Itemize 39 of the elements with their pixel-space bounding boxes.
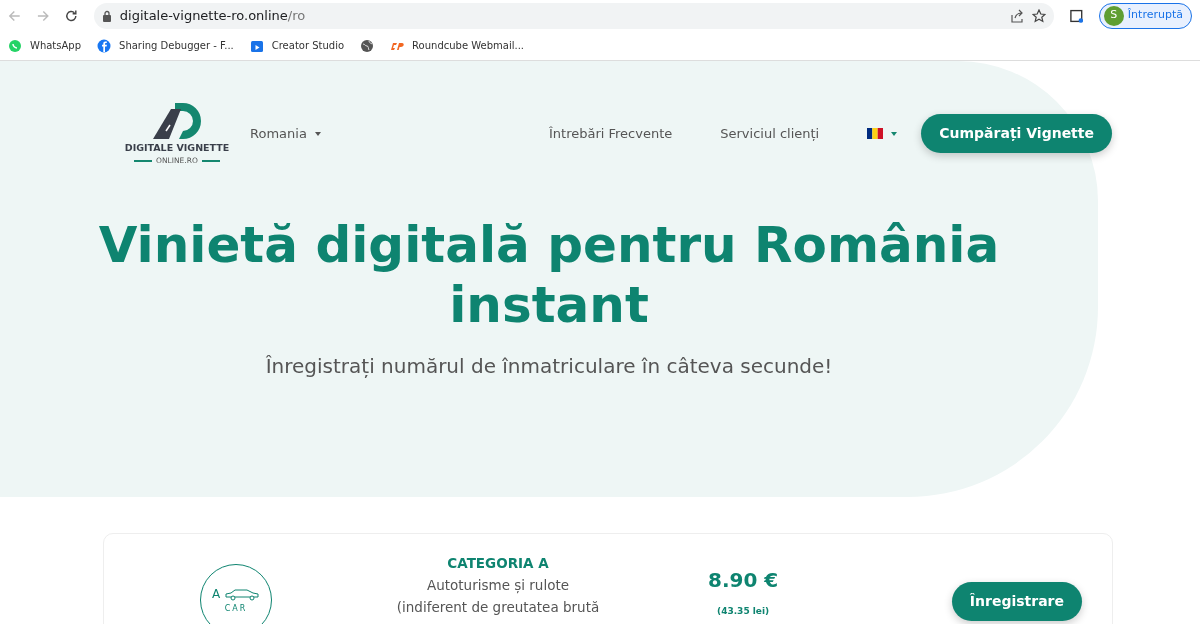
flag-icon	[867, 128, 884, 140]
url-text: digitale-vignette-ro.online/ro	[119, 6, 307, 25]
reload-icon[interactable]	[65, 8, 78, 23]
globe-icon	[360, 38, 375, 53]
caret-icon	[314, 131, 321, 136]
profile-status: Întreruptă	[1127, 7, 1183, 24]
register-button[interactable]: Înregistrare	[951, 582, 1082, 621]
bookmark-icon	[249, 38, 264, 53]
badge-label: CAR	[224, 603, 248, 615]
profile-button[interactable]: S Întreruptă	[1098, 2, 1192, 29]
price-local: (43.35 lei)	[716, 606, 771, 617]
side-panel-icon[interactable]	[1070, 8, 1083, 23]
lock-icon	[101, 9, 112, 22]
language-dropdown[interactable]	[867, 128, 898, 140]
country-dropdown[interactable]: Romania	[250, 124, 321, 144]
share-icon[interactable]	[1010, 8, 1025, 23]
bookmark-icon	[8, 38, 22, 53]
hero-title: Vinietă digitală pentru România instant	[97, 214, 1001, 335]
address-bar[interactable]: digitale-vignette-ro.online/ro	[93, 2, 1055, 29]
bookmark-icon	[97, 38, 112, 53]
bookmark[interactable]: Sharing Debugger - F...	[97, 38, 234, 53]
bookmark[interactable]	[360, 38, 375, 53]
nav-link[interactable]: Serviciul clienți	[720, 124, 820, 144]
car-icon	[224, 587, 261, 601]
buy-vignette-button[interactable]: Cumpărați Vignette	[921, 114, 1112, 154]
logo-text: DIGITALE VIGNETTE	[124, 141, 230, 155]
caret-icon	[891, 131, 898, 136]
category-description: (indiferent de greutatea brută	[395, 598, 601, 617]
bookmark[interactable]: Roundcube Webmail...	[390, 38, 524, 53]
avatar-icon: S	[1103, 5, 1124, 26]
price: 8.90 €	[708, 568, 779, 592]
nav-link[interactable]: Întrebări Frecvente	[548, 124, 673, 144]
bookmark[interactable]: WhatsApp	[8, 38, 82, 53]
category-title: CATEGORIA A	[446, 554, 550, 573]
hero-subtitle: Înregistrați numărul de înmatriculare în câteva secunde!	[264, 352, 834, 380]
star-icon[interactable]	[1032, 8, 1047, 23]
badge-letter: A	[211, 585, 261, 603]
category-description: Autoturisme și rulote	[425, 576, 571, 596]
bookmark[interactable]: Creator Studio	[249, 38, 345, 53]
